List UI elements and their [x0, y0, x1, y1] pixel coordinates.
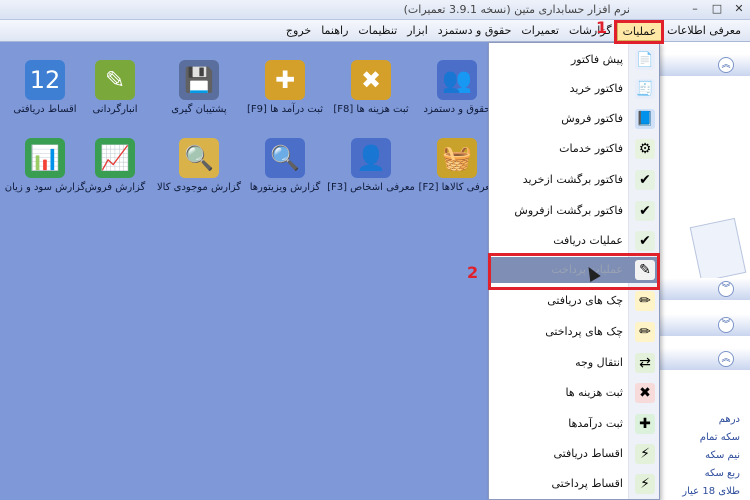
- paid-installments-icon: ⚡: [635, 474, 655, 494]
- calendar-icon: 12: [25, 60, 65, 100]
- dropdown-item-label: پیش فاکتور: [570, 53, 623, 66]
- visitor-report-icon: 🔍: [265, 138, 305, 178]
- dropdown-item-label: فاکتور برگشت ازفروش: [514, 204, 623, 217]
- dropdown-item-label: چک های دریافتی: [547, 294, 623, 307]
- menu-item[interactable]: تنظیمات: [353, 21, 402, 41]
- highlight-box-2: [488, 253, 660, 290]
- menu-item[interactable]: حقوق و دستمزد: [433, 21, 517, 41]
- desktop-shortcut[interactable]: ✖ ثبت هزینه ها [F8]: [326, 60, 416, 116]
- pane-text: درهم: [718, 414, 740, 425]
- desktop-area: 👥 حقوق و دستمزد ✖ ثبت هزینه ها [F8] ✚ ثبت درآ…: [0, 42, 495, 500]
- service-invoice-icon: ⚙: [635, 139, 655, 159]
- menu-item[interactable]: تعمیرات: [516, 21, 564, 41]
- dropdown-item[interactable]: ⇄ انتقال وجه: [489, 350, 659, 376]
- desktop-shortcut-label: گزارش ویزیتورها: [249, 182, 321, 193]
- purchase-return-icon: ✔: [635, 170, 655, 190]
- dropdown-item[interactable]: ✏ چک های دریافتی: [489, 288, 659, 314]
- collapse-icon[interactable]: ︽: [718, 351, 734, 367]
- desktop-shortcut[interactable]: 📊 گزارش سود و زیان: [0, 138, 90, 194]
- window-title: نرم افزار حسابداری متین (نسخه 3.9.1 تعمی…: [403, 3, 630, 16]
- close-button[interactable]: ✕: [732, 2, 746, 16]
- desktop-shortcut[interactable]: 12 اقساط دریافتی: [0, 60, 90, 116]
- menu-item[interactable]: ابزار: [402, 21, 433, 41]
- desktop-shortcut-label: ثبت هزینه ها [F8]: [333, 104, 409, 115]
- received-installments-icon: ⚡: [635, 444, 655, 464]
- income-icon: ✚: [265, 60, 305, 100]
- desktop-shortcut-label: اقساط دریافتی: [13, 104, 77, 115]
- dropdown-item[interactable]: ⚙ فاکتور خدمات: [489, 136, 659, 162]
- expense-icon: ✖: [351, 60, 391, 100]
- record-expense-icon: ✖: [635, 383, 655, 403]
- dropdown-item[interactable]: ✖ ثبت هزینه ها: [489, 380, 659, 406]
- desktop-shortcut[interactable]: 👤 معرفی اشخاص [F3]: [326, 138, 416, 194]
- window-controls: – □ ✕: [688, 2, 746, 16]
- dropdown-item[interactable]: 📄 پیش فاکتور: [489, 47, 659, 73]
- record-income-icon: ✚: [635, 414, 655, 434]
- dropdown-item-label: فاکتور خدمات: [559, 142, 623, 155]
- dropdown-item-label: فاکتور برگشت ازخرید: [522, 173, 623, 186]
- sales-return-icon: ✔: [635, 201, 655, 221]
- pane-text: طلای 18 عیار: [682, 486, 740, 497]
- paid-cheques-icon: ✏: [635, 322, 655, 342]
- document-icon: [689, 217, 747, 283]
- stock-report-icon: 🔍: [179, 138, 219, 178]
- dropdown-item[interactable]: ⚡ اقساط پرداختی: [489, 471, 659, 497]
- received-cheques-icon: ✏: [635, 291, 655, 311]
- expand-icon[interactable]: ︾: [718, 281, 734, 297]
- dropdown-item[interactable]: ✚ ثبت درآمدها: [489, 411, 659, 437]
- transfer-icon: ⇄: [635, 353, 655, 373]
- step-number-1: 1: [596, 18, 608, 37]
- desktop-shortcut-label: ثبت درآمد ها [F9]: [246, 104, 324, 115]
- title-bar: نرم افزار حسابداری متین (نسخه 3.9.1 تعمی…: [0, 0, 750, 20]
- sales-report-icon: 📈: [95, 138, 135, 178]
- purchase-invoice-icon: 🧾: [635, 79, 655, 99]
- dropdown-item-label: ثبت درآمدها: [568, 417, 623, 430]
- desktop-shortcut-label: گزارش سود و زیان: [4, 182, 86, 193]
- sales-invoice-icon: 📘: [635, 109, 655, 129]
- highlight-box-1: [614, 20, 664, 44]
- desktop-shortcut[interactable]: 💾 پشتیبان گیری: [154, 60, 244, 116]
- dropdown-item-label: اقساط دریافتی: [553, 447, 623, 460]
- step-number-2: 2: [467, 263, 479, 282]
- desktop-shortcut[interactable]: 🔍 گزارش موجودی کالا: [154, 138, 244, 194]
- menu-item[interactable]: گزارشات: [564, 21, 617, 41]
- dropdown-item-label: عملیات دریافت: [553, 234, 623, 247]
- dropdown-item[interactable]: ⚡ اقساط دریافتی: [489, 441, 659, 467]
- dropdown-item-label: فاکتور خرید: [569, 82, 623, 95]
- add-person-icon: 👤: [351, 138, 391, 178]
- dropdown-item[interactable]: ✔ فاکتور برگشت ازفروش: [489, 198, 659, 224]
- dropdown-item[interactable]: 📘 فاکتور فروش: [489, 106, 659, 132]
- dropdown-item[interactable]: ✔ فاکتور برگشت ازخرید: [489, 167, 659, 193]
- menu-item[interactable]: معرفی اطلاعات: [662, 21, 746, 41]
- menu-item[interactable]: راهنما: [316, 21, 353, 41]
- dropdown-item-label: فاکتور فروش: [561, 112, 623, 125]
- desktop-shortcut-label: پشتیبان گیری: [171, 104, 227, 115]
- dropdown-item-label: ثبت هزینه ها: [565, 386, 623, 399]
- dropdown-item[interactable]: ✔ عملیات دریافت: [489, 228, 659, 254]
- menu-item[interactable]: خروج: [281, 21, 316, 41]
- pane-text: ربع سکه: [704, 468, 740, 479]
- pre-invoice-icon: 📄: [635, 50, 655, 70]
- maximize-button[interactable]: □: [710, 2, 724, 16]
- pane-text: سکه تمام: [699, 432, 740, 443]
- backup-icon: 💾: [179, 60, 219, 100]
- dropdown-item-label: چک های پرداختی: [545, 325, 623, 338]
- basket-icon: 🧺: [437, 138, 477, 178]
- dropdown-item-label: انتقال وجه: [575, 356, 623, 369]
- desktop-shortcut[interactable]: ✚ ثبت درآمد ها [F9]: [240, 60, 330, 116]
- minimize-button[interactable]: –: [688, 2, 702, 16]
- pane-text: نیم سکه: [705, 450, 740, 461]
- desktop-shortcut-label: معرفی اشخاص [F3]: [327, 182, 415, 193]
- receive-icon: ✔: [635, 231, 655, 251]
- dropdown-item[interactable]: 🧾 فاکتور خرید: [489, 76, 659, 102]
- expand-icon[interactable]: ︾: [718, 317, 734, 333]
- profit-report-icon: 📊: [25, 138, 65, 178]
- payroll-icon: 👥: [437, 60, 477, 100]
- inventory-icon: ✎: [95, 60, 135, 100]
- desktop-shortcut[interactable]: 🔍 گزارش ویزیتورها: [240, 138, 330, 194]
- dropdown-item[interactable]: ✏ چک های پرداختی: [489, 319, 659, 345]
- dropdown-item-label: اقساط پرداختی: [551, 477, 623, 490]
- desktop-shortcut-label: گزارش موجودی کالا: [156, 182, 242, 193]
- collapse-icon[interactable]: ︽: [718, 57, 734, 73]
